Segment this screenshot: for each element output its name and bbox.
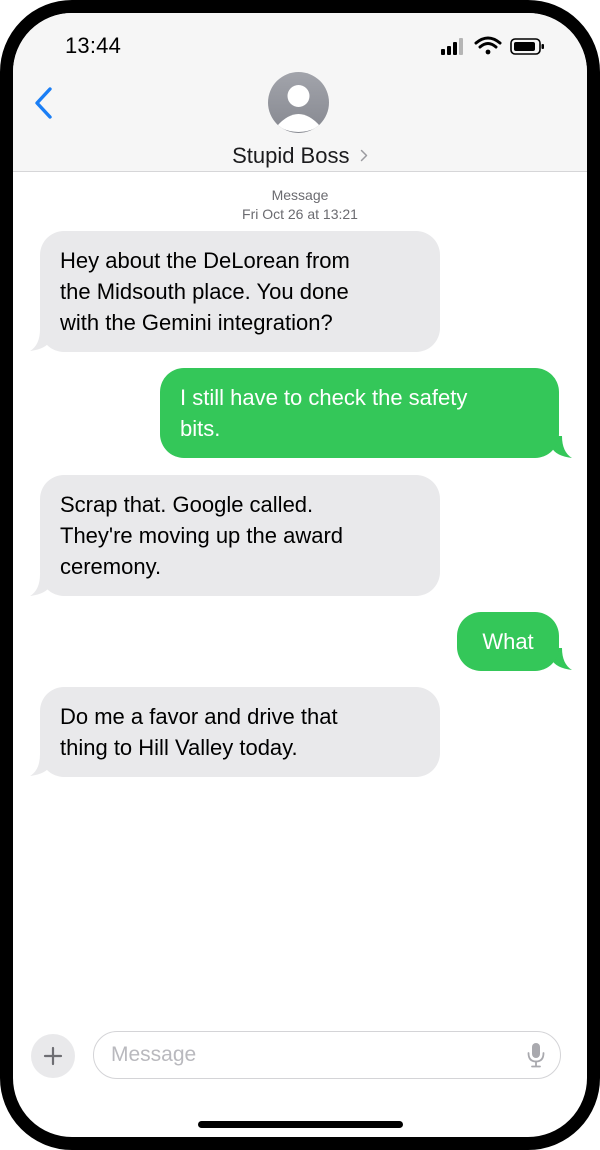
back-button[interactable] bbox=[31, 86, 59, 120]
chevron-left-icon bbox=[35, 87, 52, 119]
service-label: Message bbox=[271, 187, 329, 203]
message-input-placeholder: Message bbox=[111, 1043, 197, 1066]
message-text-line: bits. bbox=[180, 416, 221, 441]
status-icons bbox=[441, 36, 544, 55]
add-attachment-button[interactable] bbox=[31, 1034, 75, 1078]
person-silhouette-icon bbox=[277, 85, 320, 132]
message-bubble-incoming[interactable]: Hey about the DeLorean from the Midsouth… bbox=[40, 231, 440, 352]
message-text-line: with the Gemini integration? bbox=[60, 310, 333, 335]
contact-avatar[interactable] bbox=[268, 72, 329, 133]
message-bubble-incoming[interactable]: Do me a favor and drive that thing to Hi… bbox=[40, 687, 440, 777]
message-timestamp: Fri Oct 26 at 13:21 bbox=[242, 206, 358, 222]
signal-icon bbox=[441, 38, 463, 55]
contact-name: Stupid Boss bbox=[232, 143, 350, 168]
phone-frame: 13:44 Stupid Boss Message Fri Oct 26 at … bbox=[0, 0, 600, 1150]
message-text-line: Do me a favor and drive that bbox=[60, 704, 338, 729]
message-bubble-outgoing[interactable]: I still have to check the safety bits. bbox=[160, 368, 559, 458]
message-text-line: ceremony. bbox=[60, 554, 162, 579]
microphone-icon[interactable] bbox=[526, 1042, 546, 1068]
message-bubble-incoming[interactable]: Scrap that. Google called. They're movin… bbox=[40, 475, 440, 596]
message-text-line: I still have to check the safety bbox=[180, 385, 468, 410]
message-input[interactable]: Message bbox=[93, 1031, 561, 1079]
message-text-line: Scrap that. Google called. bbox=[60, 492, 314, 517]
message-text-line: What bbox=[482, 629, 534, 654]
message-text-line: Hey about the DeLorean from bbox=[60, 248, 350, 273]
message-text-line: thing to Hill Valley today. bbox=[60, 735, 298, 760]
battery-icon bbox=[510, 38, 544, 55]
conversation-meta: Message Fri Oct 26 at 13:21 bbox=[13, 186, 587, 224]
contact-name-button[interactable]: Stupid Boss bbox=[13, 143, 587, 169]
wifi-icon bbox=[474, 36, 502, 55]
message-text-line: the Midsouth place. You done bbox=[60, 279, 349, 304]
message-text-line: They're moving up the award bbox=[60, 523, 344, 548]
status-time: 13:44 bbox=[65, 33, 122, 58]
plus-icon bbox=[43, 1046, 63, 1066]
home-indicator[interactable] bbox=[198, 1121, 403, 1128]
conversation-header: 13:44 Stupid Boss bbox=[13, 13, 587, 172]
chevron-right-icon bbox=[360, 149, 368, 162]
message-bubble-outgoing[interactable]: What bbox=[457, 612, 559, 671]
